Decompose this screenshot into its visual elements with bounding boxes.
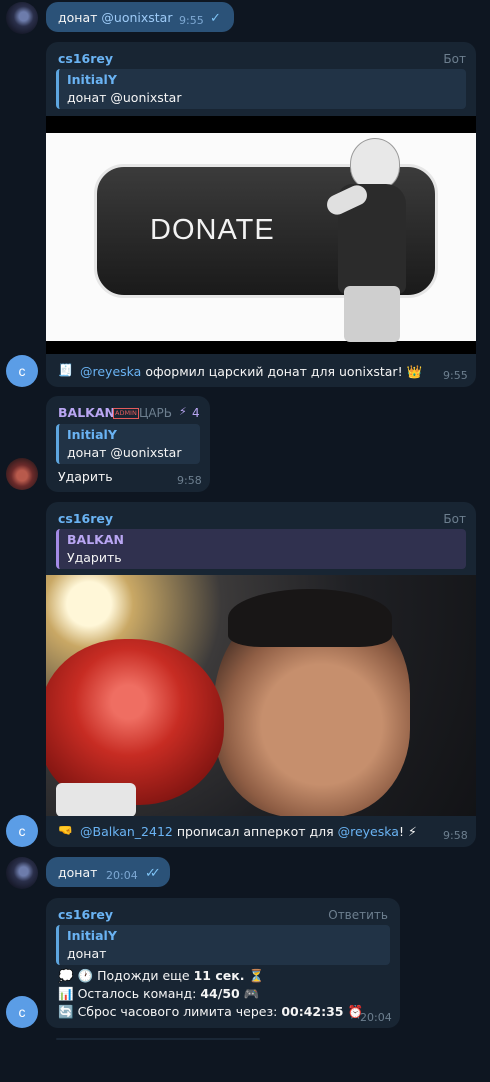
receipt-icon: 🧾 bbox=[58, 363, 73, 377]
reply-author: InitialY bbox=[67, 427, 117, 442]
user-message[interactable]: BALKAN ADMIN ЦАРЬ ⚡ 4 InitialY донат @uo… bbox=[46, 396, 210, 492]
message-text: ! bbox=[398, 824, 408, 839]
fist-icon: 🤜 bbox=[58, 823, 73, 837]
reply-text: донат @uonixstar bbox=[67, 445, 182, 460]
double-check-icon: ✓✓ bbox=[145, 866, 161, 881]
gamepad-icon: 🎮 bbox=[243, 986, 260, 1001]
message-text: донат bbox=[58, 865, 98, 880]
user-level: 4 bbox=[192, 406, 200, 420]
sender-name[interactable]: cs16rey bbox=[58, 51, 113, 66]
message-time: 9:55 bbox=[443, 369, 468, 382]
reply-quote[interactable]: InitialY донат @uonixstar bbox=[56, 424, 200, 464]
message-text: прописал апперкот для bbox=[172, 824, 338, 839]
reply-author: InitialY bbox=[67, 72, 117, 87]
donate-banner-text: DONATE bbox=[150, 214, 275, 246]
message-time: 9:58 bbox=[443, 829, 468, 842]
message-time: 9:58 bbox=[177, 474, 202, 487]
refresh-icon: 🔄 bbox=[58, 1004, 74, 1019]
chart-icon: 📊 bbox=[58, 986, 74, 1001]
wait-seconds: 11 сек. bbox=[193, 968, 245, 983]
message-time: 9:55 bbox=[179, 14, 204, 27]
bot-avatar[interactable]: c bbox=[6, 815, 38, 847]
mention-link[interactable]: @reyeska bbox=[80, 364, 141, 379]
anime-character-figure bbox=[314, 136, 434, 346]
reply-text: донат bbox=[67, 946, 107, 961]
check-icon: ✓ bbox=[210, 11, 221, 26]
boxing-glove bbox=[46, 639, 224, 805]
crown-icon: 👑 bbox=[406, 364, 423, 379]
reply-quote[interactable]: BALKAN Ударить bbox=[56, 529, 466, 569]
admin-badge: ADMIN bbox=[113, 408, 139, 419]
sender-name[interactable]: cs16rey bbox=[58, 907, 113, 922]
message-text: донат bbox=[58, 10, 102, 25]
message-time: 20:04 bbox=[106, 869, 138, 882]
reply-text: донат @uonixstar bbox=[67, 90, 182, 105]
thought-icon: 💭 bbox=[58, 968, 74, 983]
mention-link[interactable]: @uonixstar bbox=[101, 10, 172, 25]
outgoing-message[interactable]: донат 20:04 ✓✓ bbox=[46, 857, 170, 887]
user-avatar[interactable] bbox=[6, 458, 38, 490]
sender-name[interactable]: cs16rey bbox=[58, 511, 113, 526]
outgoing-message[interactable]: донат @uonixstar 9:55 ✓ bbox=[46, 2, 234, 32]
bot-message-cooldown[interactable]: cs16rey Ответить InitialY донат 💭 🕐 Подо… bbox=[46, 898, 400, 1028]
reply-quote[interactable]: InitialY донат bbox=[56, 925, 390, 965]
clock-icon: 🕐 bbox=[77, 968, 94, 983]
mention-link[interactable]: @reyeska bbox=[338, 824, 399, 839]
reply-action[interactable]: Ответить bbox=[328, 908, 388, 922]
boxing-photo[interactable] bbox=[46, 575, 476, 816]
sender-name[interactable]: BALKAN bbox=[58, 405, 115, 420]
bot-message-donate[interactable]: cs16rey Бот InitialY донат @uonixstar DO… bbox=[46, 42, 476, 387]
bot-avatar[interactable]: c bbox=[6, 996, 38, 1028]
hourglass-icon: ⏳ bbox=[248, 968, 265, 983]
lightning-icon: ⚡ bbox=[407, 824, 417, 839]
reply-text: Ударить bbox=[67, 550, 122, 565]
message-time: 20:04 bbox=[360, 1011, 392, 1024]
reply-quote[interactable]: InitialY донат @uonixstar bbox=[56, 69, 466, 109]
message-text: оформил царский донат для uonixstar! bbox=[141, 364, 407, 379]
bot-message-uppercut[interactable]: cs16rey Бот BALKAN Ударить 🤜 @Balkan_241… bbox=[46, 502, 476, 847]
bot-avatar[interactable]: c bbox=[6, 355, 38, 387]
mention-link[interactable]: @Balkan_2412 bbox=[80, 824, 173, 839]
reset-timer: 00:42:35 bbox=[281, 1004, 344, 1019]
reset-text: Сброс часового лимита через: bbox=[77, 1004, 282, 1019]
user-avatar[interactable] bbox=[6, 857, 38, 889]
partial-next-message bbox=[56, 1038, 260, 1040]
wait-text: Подожди еще bbox=[97, 968, 194, 983]
donate-banner-image[interactable]: DONATE bbox=[46, 116, 476, 354]
bot-tag: Бот bbox=[443, 512, 466, 526]
message-text: Ударить bbox=[58, 469, 113, 484]
commands-count: 44/50 bbox=[200, 986, 240, 1001]
commands-text: Осталось команд: bbox=[77, 986, 201, 1001]
user-avatar[interactable] bbox=[6, 2, 38, 34]
lightning-icon: ⚡ bbox=[179, 405, 187, 418]
user-role: ЦАРЬ bbox=[139, 406, 172, 420]
bot-tag: Бот bbox=[443, 52, 466, 66]
boxer-hair bbox=[228, 589, 392, 647]
reply-author: InitialY bbox=[67, 928, 117, 943]
reply-author: BALKAN bbox=[67, 532, 124, 547]
